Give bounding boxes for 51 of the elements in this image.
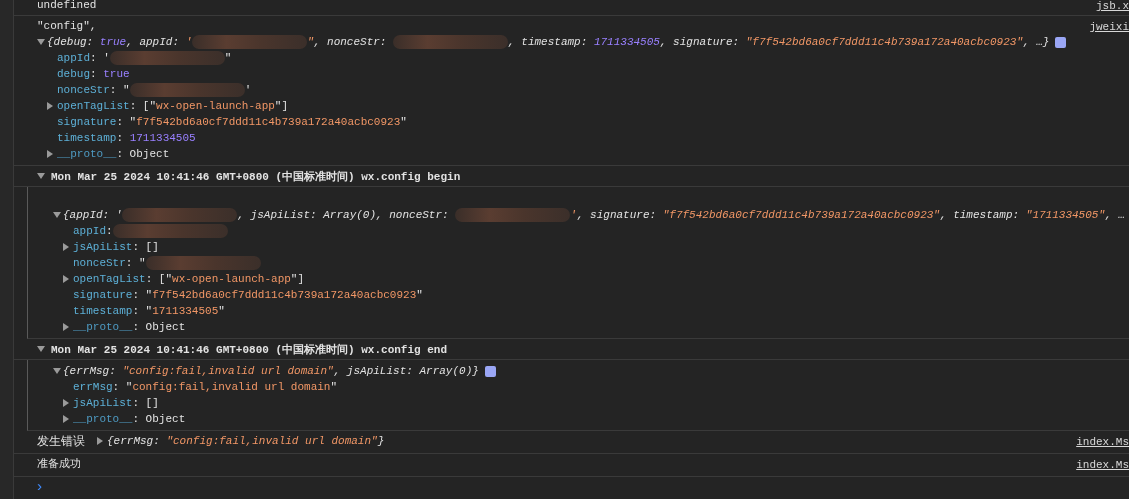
property-text: openTagList: ["wx-open-launch-app"] bbox=[73, 273, 305, 285]
property-text: timestamp: "1711334505" bbox=[73, 305, 225, 317]
property-text: debug: true bbox=[57, 67, 130, 82]
property-text: nonceStr: " bbox=[73, 257, 146, 269]
property-text: ' bbox=[244, 83, 252, 98]
log-text: {debug: true, appId: ' bbox=[47, 35, 193, 50]
log-text: ', signature: "f7f542bd6a0cf7ddd11c4b739a172a40acbc0923", timestamp: "1711334505", … bbox=[570, 209, 1125, 221]
expanded-arrow-icon[interactable] bbox=[53, 212, 61, 218]
property-text: signature: "f7f542bd6a0cf7ddd11c4b739a172a40acbc0923" bbox=[57, 115, 407, 130]
property-text: " bbox=[224, 51, 232, 66]
property-text: nonceStr: " bbox=[57, 83, 130, 98]
expanded-arrow-icon[interactable] bbox=[37, 173, 45, 179]
collapsed-arrow-icon[interactable] bbox=[63, 275, 69, 283]
property-text: appId: bbox=[73, 225, 113, 237]
expanded-arrow-icon[interactable] bbox=[53, 368, 61, 374]
expanded-arrow-icon[interactable] bbox=[37, 39, 45, 45]
collapsed-arrow-icon[interactable] bbox=[63, 323, 69, 331]
property-text: errMsg: "config:fail,invalid url domain" bbox=[73, 381, 338, 393]
property-text: __proto__: Object bbox=[73, 413, 186, 425]
prompt-icon[interactable]: › bbox=[14, 477, 1129, 497]
property-text: openTagList: ["wx-open-launch-app"] bbox=[57, 99, 289, 114]
log-text: , jsApiList: Array(0), nonceStr: bbox=[237, 209, 450, 221]
log-text: undefined bbox=[37, 0, 97, 13]
group-title[interactable]: Mon Mar 25 2024 10:41:46 GMT+0800 (中国标准时间) wx.config end bbox=[51, 341, 448, 357]
collapsed-arrow-icon[interactable] bbox=[63, 399, 69, 407]
collapsed-arrow-icon[interactable] bbox=[63, 415, 69, 423]
source-link[interactable]: index.Ms bbox=[1076, 434, 1129, 450]
source-link[interactable]: jsb.x bbox=[1096, 0, 1129, 14]
log-text: ", nonceStr: bbox=[307, 35, 388, 50]
property-text: jsApiList: [] bbox=[73, 241, 159, 253]
collapsed-arrow-icon[interactable] bbox=[97, 437, 103, 445]
collapsed-arrow-icon[interactable] bbox=[63, 243, 69, 251]
property-text: __proto__: Object bbox=[57, 147, 170, 162]
log-text: 准备成功 bbox=[37, 457, 81, 472]
log-text: , timestamp: 1711334505, signature: "f7f542bd6a0cf7ddd11c4b739a172a40acbc0923", …} bbox=[508, 35, 1050, 50]
log-text: {errMsg: "config:fail,invalid url domain"} bbox=[107, 434, 385, 449]
collapsed-arrow-icon[interactable] bbox=[47, 102, 53, 110]
collapsed-arrow-icon[interactable] bbox=[47, 150, 53, 158]
property-text: timestamp: 1711334505 bbox=[57, 131, 196, 146]
log-text: {errMsg: "config:fail,invalid url domain", jsApiList: Array(0)} bbox=[63, 365, 479, 377]
property-text: signature: "f7f542bd6a0cf7ddd11c4b739a172a40acbc0923" bbox=[73, 289, 423, 301]
log-text: "config", bbox=[37, 19, 97, 34]
property-text: appId: ' bbox=[57, 51, 110, 66]
log-text: 发生错误 bbox=[37, 433, 85, 449]
property-text: jsApiList: [] bbox=[73, 397, 159, 409]
expanded-arrow-icon[interactable] bbox=[37, 346, 45, 352]
source-link[interactable]: index.Ms bbox=[1076, 457, 1129, 473]
group-title[interactable]: Mon Mar 25 2024 10:41:46 GMT+0800 (中国标准时间) wx.config begin bbox=[51, 168, 461, 184]
log-text: {appId: ' bbox=[63, 209, 123, 221]
property-text: __proto__: Object bbox=[73, 321, 186, 333]
source-link[interactable]: jweixi bbox=[1089, 19, 1129, 35]
